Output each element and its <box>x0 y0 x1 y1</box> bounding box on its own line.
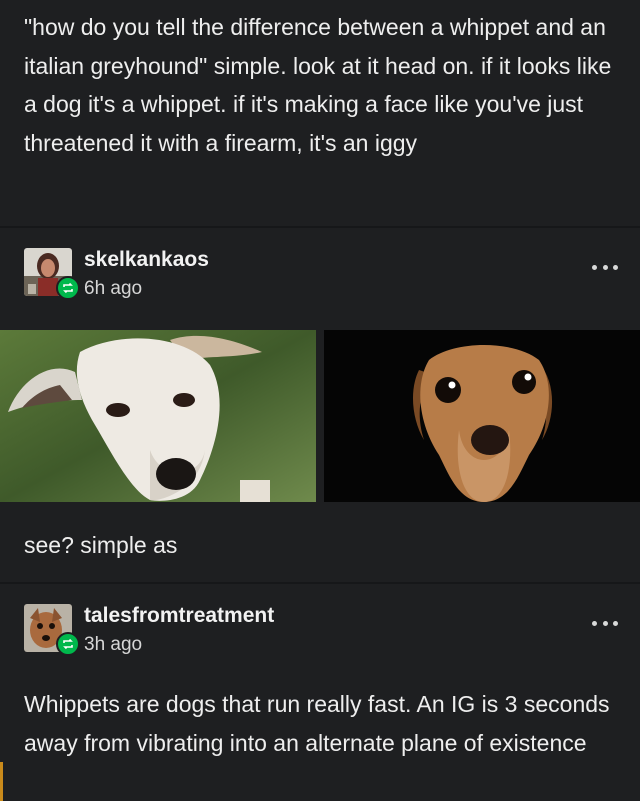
reblog-username[interactable]: talesfromtreatment <box>84 604 274 628</box>
reblog-header: talesfromtreatment 3h ago <box>0 604 640 666</box>
reblog-icon <box>56 276 80 300</box>
reblog-timestamp: 6h ago <box>84 278 143 299</box>
more-options-icon[interactable] <box>592 616 618 630</box>
whippet-photo[interactable] <box>0 330 316 502</box>
reblog-header: skelkankaos 6h ago <box>0 248 640 310</box>
reblog-body-text: Whippets are dogs that run really fast. … <box>24 691 610 756</box>
reblog-timestamp: 3h ago <box>84 634 143 655</box>
more-options-icon[interactable] <box>592 260 618 274</box>
post-divider <box>0 226 640 228</box>
reblog-icon <box>56 632 80 656</box>
reblog-username[interactable]: skelkankaos <box>84 248 209 272</box>
reblog-divider <box>0 582 640 584</box>
italian-greyhound-photo[interactable] <box>324 330 640 502</box>
post-body-text: "how do you tell the difference between … <box>24 14 612 156</box>
edge-accent <box>0 762 3 801</box>
photo-row <box>0 330 640 502</box>
reblog-body-text: see? simple as <box>24 532 178 558</box>
